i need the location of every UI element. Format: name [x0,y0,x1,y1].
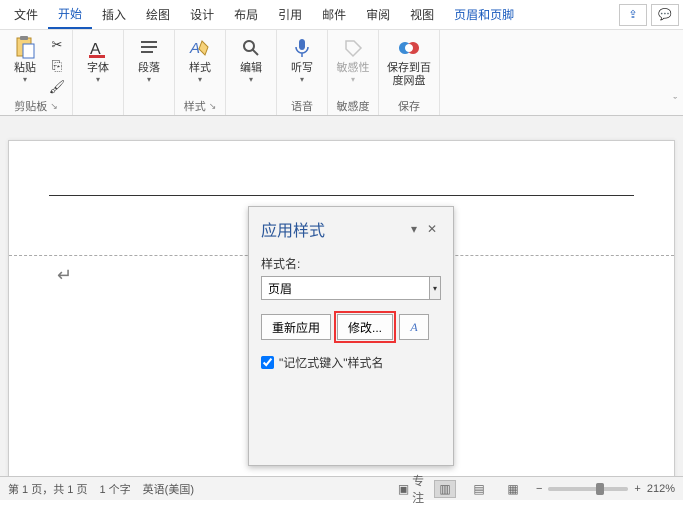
chevron-down-icon: ▾ [249,75,253,84]
paragraph-mark-icon: ↵ [57,265,72,286]
font-icon: A [86,36,110,60]
zoom-level[interactable]: 212% [647,483,675,495]
styles-icon: A [188,36,212,60]
group-font: A 字体 ▾ [73,30,124,115]
read-mode-button[interactable]: ▤ [468,480,490,498]
tab-draw[interactable]: 绘图 [136,1,180,28]
group-editing: 编辑 ▾ [226,30,277,115]
chevron-down-icon: ▾ [23,75,27,84]
tab-mail[interactable]: 邮件 [312,1,356,28]
comment-icon: 💬 [658,8,672,21]
paragraph-button[interactable]: 段落 ▾ [130,34,168,96]
page-count[interactable]: 第 1 页，共 1 页 [8,481,87,497]
menu-bar: 文件 开始 插入 绘图 设计 布局 引用 邮件 审阅 视图 页眉和页脚 ⇪ 💬 [0,0,683,30]
styles-pane-icon: A [410,320,417,335]
header-rule [49,195,634,196]
search-icon [239,36,263,60]
tag-icon [341,36,365,60]
microphone-icon [290,36,314,60]
pane-title: 应用样式 [261,217,405,241]
zoom-out-button[interactable]: − [536,483,542,495]
clipboard-launcher[interactable]: ↘ [50,101,58,112]
tab-header-footer[interactable]: 页眉和页脚 [444,1,524,28]
styles-launcher[interactable]: ↘ [209,101,217,112]
status-bar: 第 1 页，共 1 页 1 个字 英语(美国) ▣专注 ▥ ▤ ▦ − + 21… [0,476,683,500]
zoom-slider[interactable] [548,487,628,491]
word-count[interactable]: 1 个字 [99,481,130,497]
autocomplete-label: "记忆式键入"样式名 [279,354,384,371]
group-paragraph: 段落 ▾ [124,30,175,115]
tab-review[interactable]: 审阅 [356,1,400,28]
pane-close-button[interactable]: ✕ [423,222,441,236]
styles-button[interactable]: A 样式 ▾ [181,34,219,96]
modify-button[interactable]: 修改... [337,314,393,340]
share-button[interactable]: ⇪ [619,4,647,26]
save-cloud-button[interactable]: 保存到百度网盘 [385,34,433,96]
svg-text:A: A [189,40,200,57]
font-button[interactable]: A 字体 ▾ [79,34,117,96]
sensitivity-button[interactable]: 敏感性 ▾ [334,34,372,96]
dictate-button[interactable]: 听写 ▾ [283,34,321,96]
style-name-input[interactable] [261,276,430,300]
chevron-down-icon: ▾ [96,75,100,84]
reapply-button[interactable]: 重新应用 [261,314,331,340]
copy-button[interactable]: ⎘ [48,57,66,75]
paste-button[interactable]: 粘贴 ▾ [6,34,44,96]
autocomplete-checkbox[interactable] [261,356,274,369]
focus-mode-button[interactable]: ▣专注 [400,480,422,498]
apply-styles-pane: 应用样式 ▾ ✕ 样式名: ▾ 重新应用 修改... A "记忆式键入"样式名 [248,206,454,466]
editing-button[interactable]: 编辑 ▾ [232,34,270,96]
language[interactable]: 英语(美国) [143,481,194,497]
paragraph-icon [137,36,161,60]
group-save: 保存到百度网盘 保存 [379,30,440,115]
tab-view[interactable]: 视图 [400,1,444,28]
copy-icon: ⎘ [52,58,62,74]
styles-pane-button[interactable]: A [399,314,429,340]
collapse-ribbon-button[interactable]: ˇ [673,96,677,108]
zoom-control: − + 212% [536,483,675,495]
tab-design[interactable]: 设计 [180,1,224,28]
zoom-in-button[interactable]: + [634,483,640,495]
chevron-down-icon: ▾ [147,75,151,84]
group-dictate: 听写 ▾ 语音 [277,30,328,115]
ribbon: 粘贴 ▾ ✂ ⎘ 🖌 剪贴板↘ A 字体 ▾ 段落 ▾ [0,30,683,116]
style-name-label: 样式名: [261,255,441,272]
chevron-down-icon: ▾ [351,75,355,84]
paste-icon [13,36,37,60]
tab-insert[interactable]: 插入 [92,1,136,28]
tab-file[interactable]: 文件 [4,1,48,28]
cut-button[interactable]: ✂ [48,36,66,54]
comment-button[interactable]: 💬 [651,4,679,26]
print-layout-button[interactable]: ▥ [434,480,456,498]
chevron-down-icon: ▾ [433,284,437,293]
tab-home[interactable]: 开始 [48,0,92,29]
share-icon: ⇪ [628,8,637,21]
group-styles: A 样式 ▾ 样式↘ [175,30,226,115]
chevron-down-icon: ▾ [300,75,304,84]
scissors-icon: ✂ [52,37,63,53]
pane-menu-button[interactable]: ▾ [405,222,423,236]
format-painter-button[interactable]: 🖌 [48,78,66,96]
close-icon: ✕ [427,222,437,236]
brush-icon: 🖌 [49,79,66,95]
style-name-dropdown[interactable]: ▾ [430,276,441,300]
group-sensitivity: 敏感性 ▾ 敏感度 [328,30,379,115]
tab-layout[interactable]: 布局 [224,1,268,28]
group-clipboard: 粘贴 ▾ ✂ ⎘ 🖌 剪贴板↘ [0,30,73,115]
tab-references[interactable]: 引用 [268,1,312,28]
chevron-down-icon: ▾ [198,75,202,84]
cloud-icon [397,36,421,60]
web-layout-button[interactable]: ▦ [502,480,524,498]
